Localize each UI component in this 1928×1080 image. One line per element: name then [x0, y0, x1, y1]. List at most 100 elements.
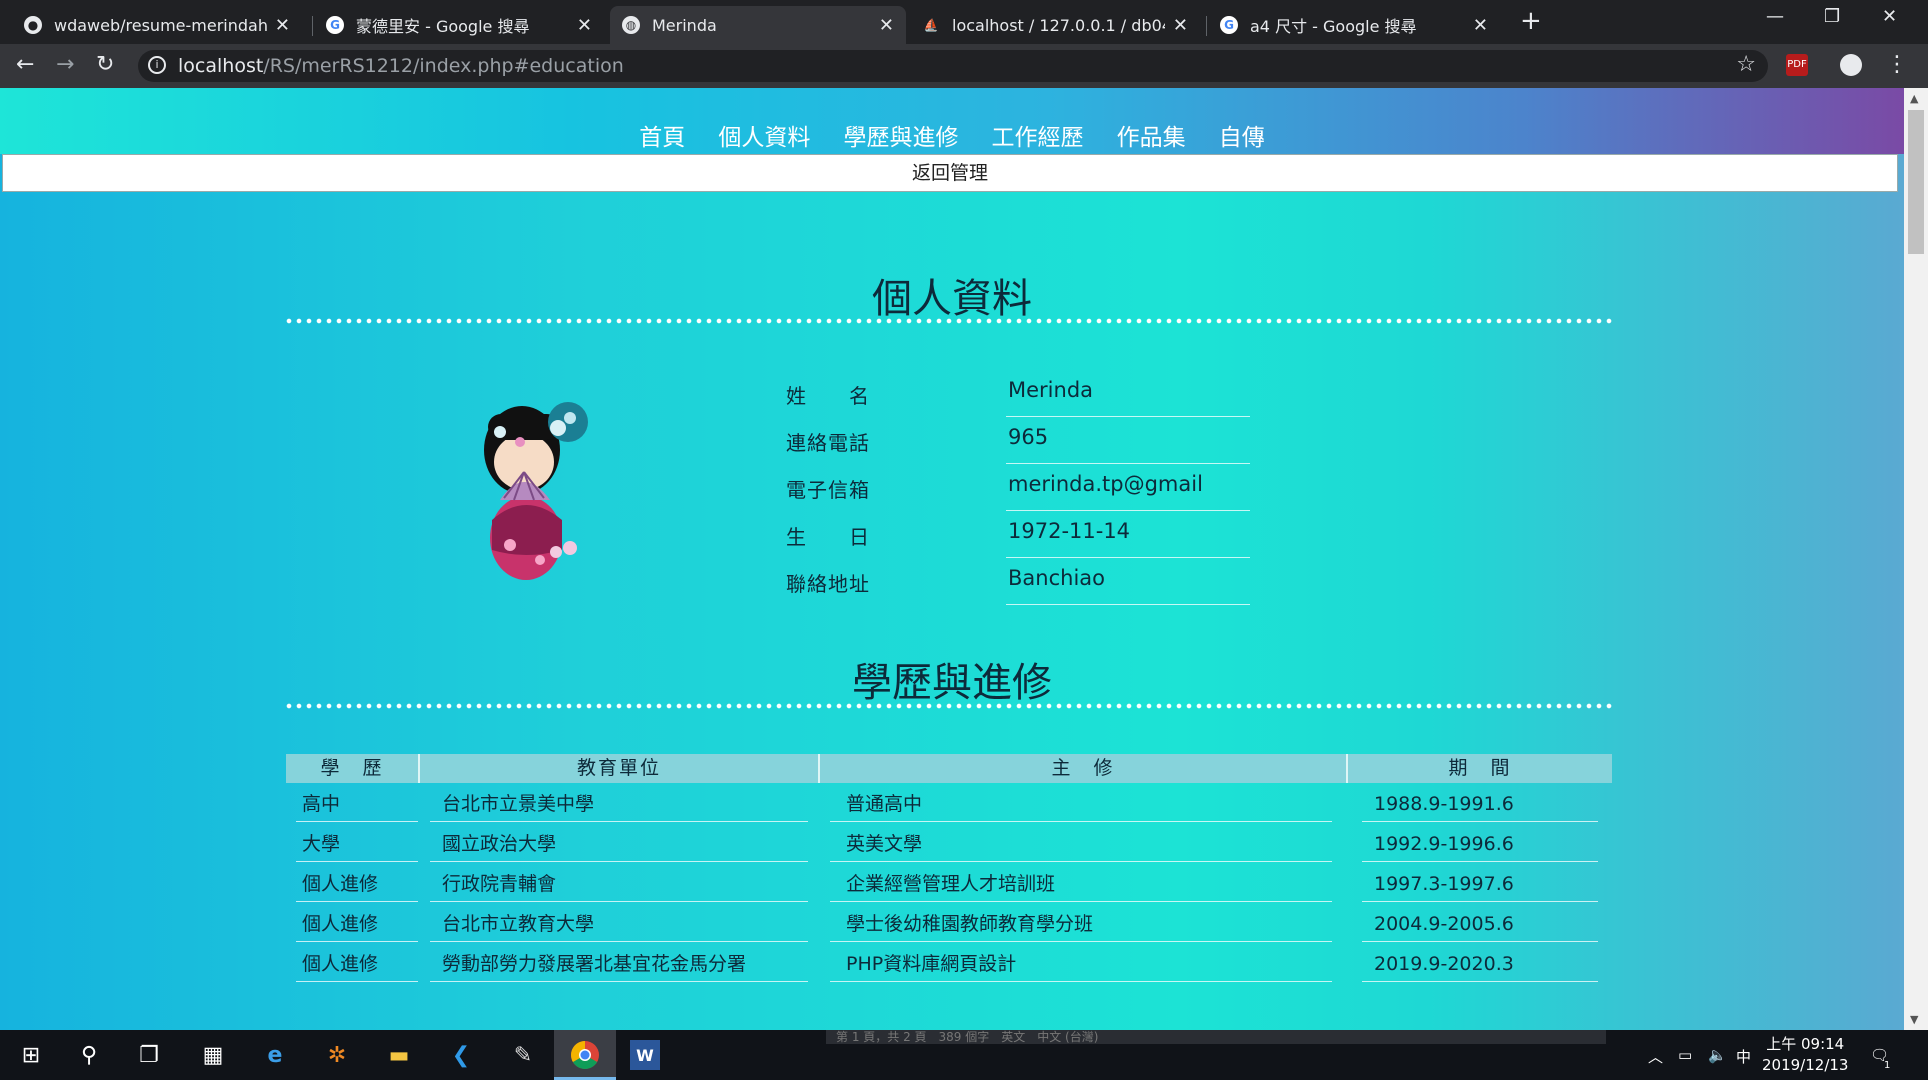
page-scrollbar[interactable]: ▲ ▼	[1904, 88, 1928, 1030]
minimize-icon[interactable]: —	[1766, 6, 1784, 27]
profile-row-email: 電子信箱 merinda.tp@gmail	[786, 464, 1250, 511]
word-status-bar-ghost: 第 1 頁，共 2 頁 389 個字 英文 中文 (台灣)	[826, 1030, 1606, 1044]
google-icon: G	[326, 16, 344, 34]
nav-portfolio[interactable]: 作品集	[1117, 118, 1186, 152]
windows-start-icon[interactable]: ⊞	[14, 1038, 48, 1072]
nav-experience[interactable]: 工作經歷	[992, 118, 1084, 152]
clock-time: 上午 09:14	[1766, 1035, 1845, 1053]
table-cell: PHP資料庫網頁設計	[846, 953, 1017, 975]
pdf-extension-icon[interactable]: PDF	[1786, 54, 1808, 76]
search-icon[interactable]: ⚲	[72, 1038, 106, 1072]
cell-underline	[830, 821, 1332, 822]
kokeshi-doll-avatar	[470, 390, 600, 580]
close-icon[interactable]: ✕	[1173, 15, 1188, 36]
cell-underline	[296, 861, 418, 862]
task-view-icon[interactable]: ❐	[132, 1038, 166, 1072]
table-cell: 1988.9-1991.6	[1374, 793, 1514, 815]
tab-divider	[1206, 16, 1207, 36]
bookmark-star-icon[interactable]: ☆	[1736, 52, 1756, 77]
url-text[interactable]: localhost/RS/merRS1212/index.php#educati…	[178, 55, 624, 77]
browser-toolbar: ← → ↻ i localhost/RS/merRS1212/index.php…	[0, 44, 1928, 88]
show-hidden-icons-icon[interactable]: ︿	[1648, 1046, 1663, 1067]
tab-github[interactable]: ● wdaweb/resume-merindahong ✕	[12, 6, 302, 44]
tab-google-mondrian[interactable]: G 蒙德里安 - Google 搜尋 ✕	[314, 6, 604, 44]
tab-title: localhost / 127.0.0.1 / db04 / ar	[952, 15, 1165, 35]
site-navbar: 首頁 個人資料 學歷與進修 工作經歷 作品集 自傳	[0, 88, 1904, 154]
xampp-icon[interactable]: ✲	[320, 1038, 354, 1072]
page-viewport: 首頁 個人資料 學歷與進修 工作經歷 作品集 自傳 返回管理 個人資料 姓 名 …	[0, 88, 1904, 1030]
profile-avatar-icon[interactable]	[1840, 54, 1862, 76]
column-header-degree: 學 歷	[286, 754, 420, 783]
cell-underline	[1362, 861, 1598, 862]
forward-arrow-icon[interactable]: →	[56, 52, 74, 77]
cell-underline	[1362, 821, 1598, 822]
close-icon[interactable]: ✕	[879, 15, 894, 36]
table-cell: 國立政治大學	[442, 833, 557, 855]
field-value: Banchiao	[1008, 566, 1105, 590]
close-icon[interactable]: ✕	[275, 15, 290, 36]
field-underline	[1006, 604, 1250, 605]
network-icon[interactable]: ▭	[1678, 1046, 1692, 1064]
cell-underline	[430, 981, 808, 982]
dotted-divider	[284, 318, 1614, 324]
tab-divider	[312, 16, 313, 36]
window-close-icon[interactable]: ✕	[1882, 6, 1897, 27]
cell-underline	[830, 901, 1332, 902]
field-label: 電子信箱	[786, 478, 870, 502]
field-label: 姓 名	[786, 384, 870, 408]
calculator-icon[interactable]: ▦	[196, 1038, 230, 1072]
address-bar[interactable]: i localhost/RS/merRS1212/index.php#educa…	[138, 50, 1768, 82]
word-icon[interactable]: W	[630, 1040, 660, 1070]
table-cell: 個人進修	[302, 873, 379, 895]
table-cell: 勞動部勞力發展署北基宜花金馬分署	[442, 953, 747, 975]
close-icon[interactable]: ✕	[1473, 15, 1488, 36]
cell-underline	[1362, 981, 1598, 982]
back-to-admin-button[interactable]: 返回管理	[2, 154, 1898, 192]
file-explorer-icon[interactable]: ▬	[382, 1038, 416, 1072]
edge-browser-icon[interactable]: e	[258, 1038, 292, 1072]
field-label: 連絡電話	[786, 431, 870, 455]
browser-tab-strip: ● wdaweb/resume-merindahong ✕ G 蒙德里安 - G…	[0, 0, 1928, 44]
scroll-up-arrow-icon[interactable]: ▲	[1910, 92, 1918, 105]
restore-icon[interactable]: ❐	[1824, 6, 1840, 27]
nav-autobiography[interactable]: 自傳	[1219, 118, 1265, 152]
site-info-icon[interactable]: i	[148, 56, 166, 74]
table-cell: 2004.9-2005.6	[1374, 913, 1514, 935]
nav-education[interactable]: 學歷與進修	[843, 118, 958, 152]
tab-title: wdaweb/resume-merindahong	[54, 15, 267, 35]
tab-merinda[interactable]: ◍ Merinda ✕	[610, 6, 906, 44]
chrome-icon[interactable]	[568, 1038, 602, 1072]
reload-icon[interactable]: ↻	[96, 52, 114, 77]
nav-profile[interactable]: 個人資料	[718, 118, 810, 152]
table-cell: 個人進修	[302, 953, 379, 975]
new-tab-button[interactable]: +	[1520, 6, 1542, 36]
cell-underline	[430, 821, 808, 822]
nav-home[interactable]: 首頁	[639, 118, 685, 152]
system-clock[interactable]: 上午 09:14 2019/12/13	[1762, 1034, 1848, 1076]
volume-muted-icon[interactable]: 🔈	[1708, 1046, 1727, 1064]
profile-row-name: 姓 名 Merinda	[786, 370, 1250, 417]
cell-underline	[296, 981, 418, 982]
profile-row-phone: 連絡電話 965	[786, 417, 1250, 464]
cell-underline	[296, 941, 418, 942]
tab-phpmyadmin[interactable]: ⛵ localhost / 127.0.0.1 / db04 / ar ✕	[910, 6, 1200, 44]
tab-google-a4[interactable]: G a4 尺寸 - Google 搜尋 ✕	[1208, 6, 1500, 44]
back-arrow-icon[interactable]: ←	[16, 52, 34, 77]
cell-underline	[296, 821, 418, 822]
table-cell: 1997.3-1997.6	[1374, 873, 1514, 895]
table-cell: 企業經營管理人才培訓班	[846, 873, 1056, 895]
profile-row-birthday: 生 日 1972-11-14	[786, 511, 1250, 558]
tab-title: 蒙德里安 - Google 搜尋	[356, 17, 530, 36]
field-value: Merinda	[1008, 378, 1094, 402]
vscode-icon[interactable]: ❮	[444, 1038, 478, 1072]
url-host: localhost	[178, 55, 264, 77]
scroll-down-arrow-icon[interactable]: ▼	[1910, 1013, 1918, 1026]
table-cell: 高中	[302, 793, 341, 815]
ime-indicator[interactable]: 中	[1736, 1046, 1751, 1067]
field-value: 1972-11-14	[1008, 519, 1131, 543]
close-icon[interactable]: ✕	[577, 15, 592, 36]
paint-icon[interactable]: ✎	[506, 1038, 540, 1072]
scroll-thumb[interactable]	[1908, 110, 1924, 254]
cell-underline	[430, 861, 808, 862]
browser-menu-icon[interactable]: ⋮	[1886, 52, 1908, 77]
